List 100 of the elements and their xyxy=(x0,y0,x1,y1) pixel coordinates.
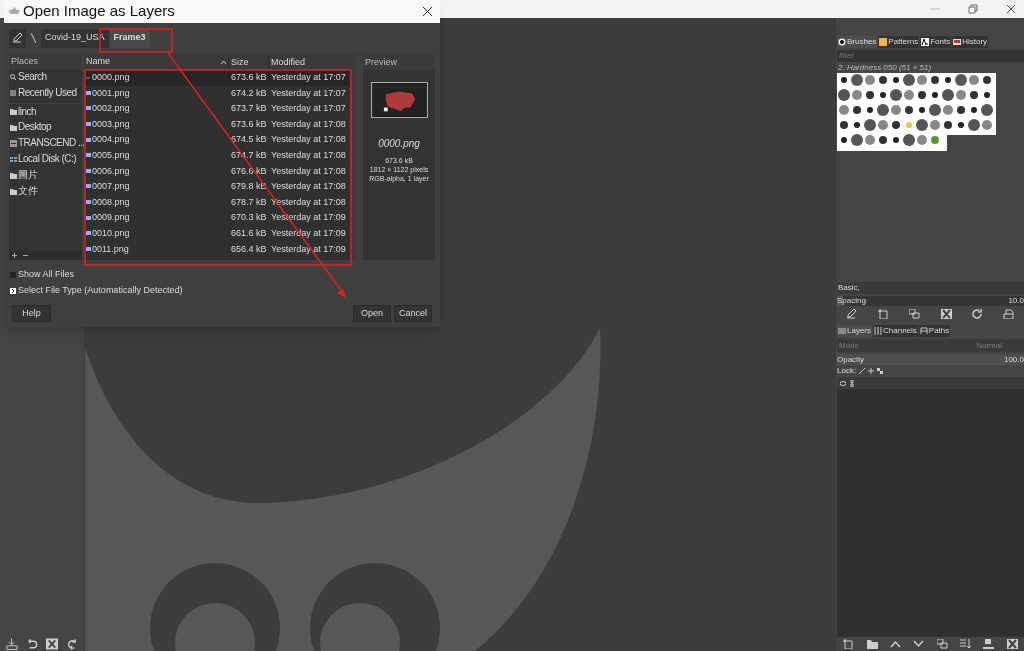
down-icon[interactable] xyxy=(913,640,925,648)
channels-icon xyxy=(874,327,882,335)
expander-icon[interactable] xyxy=(10,288,16,294)
file-modified: Yesterday at 17:07 xyxy=(270,71,347,85)
opacity-value: 100.0 xyxy=(1003,353,1024,366)
place-item[interactable]: Recently Used xyxy=(9,85,82,101)
edit-icon[interactable] xyxy=(847,309,859,319)
file-name: 0009.png xyxy=(92,211,130,225)
undo-icon[interactable] xyxy=(26,638,38,650)
places-header: Places xyxy=(9,54,82,69)
open-icon[interactable] xyxy=(1002,309,1014,319)
paths-icon xyxy=(919,327,928,335)
cancel-button[interactable]: Cancel xyxy=(394,305,432,322)
file-size: 674.2 kB xyxy=(230,86,268,100)
help-button[interactable]: Help xyxy=(12,305,51,322)
duplicate-icon[interactable] xyxy=(936,639,948,649)
place-item[interactable]: TRANSCEND ... xyxy=(9,135,82,151)
place-item[interactable]: Search xyxy=(9,69,82,85)
file-row[interactable]: 0003.png 673.6 kB Yesterday at 17:08 xyxy=(84,116,350,133)
list-icon xyxy=(10,89,17,97)
file-row[interactable]: 0011.png 656.4 kB Yesterday at 17:09 xyxy=(84,241,350,258)
place-item[interactable]: 圖片 xyxy=(9,167,82,183)
add-icon[interactable] xyxy=(12,253,17,258)
tag-field[interactable]: Basic, xyxy=(837,282,1024,294)
file-type-label: Select File Type (Automatically Detected) xyxy=(18,284,183,298)
mask-icon[interactable] xyxy=(983,639,995,649)
file-row[interactable]: 0002.png 673.7 kB Yesterday at 17:07 xyxy=(84,101,350,117)
file-name: 0008.png xyxy=(92,195,130,209)
column-header[interactable]: Size xyxy=(229,54,269,70)
pen-icon[interactable] xyxy=(859,368,866,374)
file-size: 670.3 kB xyxy=(230,211,268,225)
app-icon xyxy=(8,6,20,17)
opacity-slider[interactable]: Opacity 100.0 xyxy=(837,354,1024,365)
file-row[interactable]: 0006.png 676.6 kB Yesterday at 17:08 xyxy=(84,163,350,180)
pattern-icon xyxy=(879,38,888,46)
new-layer-icon[interactable] xyxy=(843,639,855,649)
new-icon[interactable] xyxy=(878,309,890,319)
spacing-slider[interactable]: Spacing 10.0 xyxy=(837,296,1024,306)
file-modified: Yesterday at 17:07 xyxy=(270,86,347,100)
dock-tab[interactable]: Brushes xyxy=(837,36,878,48)
move-icon[interactable] xyxy=(868,368,875,374)
file-size: 678.7 kB xyxy=(230,195,268,209)
file-size: 656.4 kB xyxy=(230,242,268,256)
dock-tab[interactable]: Fonts xyxy=(920,36,952,48)
spacing-value: 10.0 xyxy=(1008,295,1024,307)
dock-tab[interactable]: Channels xyxy=(873,325,918,337)
place-item[interactable]: Desktop xyxy=(9,119,82,135)
file-size: 673.6 kB xyxy=(230,117,268,131)
brush-name: 2. Hardness 050 (51 × 51) xyxy=(837,62,933,73)
close-icon[interactable] xyxy=(1006,4,1016,14)
column-header[interactable]: Name xyxy=(84,54,229,70)
dock-tab[interactable]: Paths xyxy=(918,325,951,337)
file-row[interactable]: 0001.png 674.2 kB Yesterday at 17:07 xyxy=(84,85,350,102)
edit-location-button[interactable] xyxy=(9,28,26,48)
file-modified: Yesterday at 17:08 xyxy=(270,164,347,178)
preview-filename: 0000.png xyxy=(378,137,420,151)
restore-icon[interactable] xyxy=(968,4,978,14)
preview-header: Preview xyxy=(363,54,435,70)
checker-icon[interactable] xyxy=(877,368,884,374)
remove-icon[interactable] xyxy=(23,253,28,258)
search-icon xyxy=(10,73,17,81)
dock-tab[interactable]: Patterns xyxy=(878,36,920,48)
layers-icon xyxy=(838,327,846,335)
file-size: 673.6 kB xyxy=(230,71,268,85)
mode-label: Mode xyxy=(839,339,859,352)
file-name: 0011.png xyxy=(92,242,129,256)
eye-icon[interactable] xyxy=(840,380,846,386)
edit-icon xyxy=(12,33,23,43)
close-icon[interactable] xyxy=(423,7,432,16)
open-button[interactable]: Open xyxy=(353,305,391,322)
merge-icon[interactable] xyxy=(960,639,972,649)
file-name: 0007.png xyxy=(92,180,130,194)
brush-icon xyxy=(838,38,846,46)
reset-icon[interactable] xyxy=(66,638,78,650)
file-name: 0010.png xyxy=(92,227,130,240)
duplicate-icon[interactable] xyxy=(909,309,921,319)
file-modified: Yesterday at 17:08 xyxy=(270,180,347,194)
place-item[interactable]: linch xyxy=(9,103,82,119)
delete-icon[interactable] xyxy=(46,638,58,650)
file-row[interactable]: 0004.png 674.5 kB Yesterday at 17:08 xyxy=(84,132,350,148)
save-icon[interactable] xyxy=(6,638,18,650)
dialog-title: Open Image as Layers xyxy=(23,1,176,22)
file-size: 661.6 kB xyxy=(230,227,268,240)
checkbox[interactable] xyxy=(10,272,16,278)
file-name: 0005.png xyxy=(92,149,130,162)
refresh-icon[interactable] xyxy=(971,309,983,319)
place-item[interactable]: 文件 xyxy=(9,183,82,199)
file-size: 674.5 kB xyxy=(230,133,268,147)
delete-icon[interactable] xyxy=(1006,639,1018,649)
dock-tab[interactable]: Layers xyxy=(837,325,872,337)
delete-icon[interactable] xyxy=(940,309,952,319)
up-icon[interactable] xyxy=(889,640,901,648)
place-item[interactable]: Local Disk (C:) xyxy=(9,151,82,167)
file-name: 0002.png xyxy=(92,102,130,116)
file-name: 0003.png xyxy=(92,117,130,131)
folder-icon[interactable] xyxy=(866,639,878,649)
column-header[interactable]: Modified xyxy=(269,54,350,70)
chain-icon[interactable] xyxy=(850,379,854,387)
file-name: 0000.png xyxy=(92,71,130,85)
dock-tab[interactable]: History xyxy=(952,36,989,48)
